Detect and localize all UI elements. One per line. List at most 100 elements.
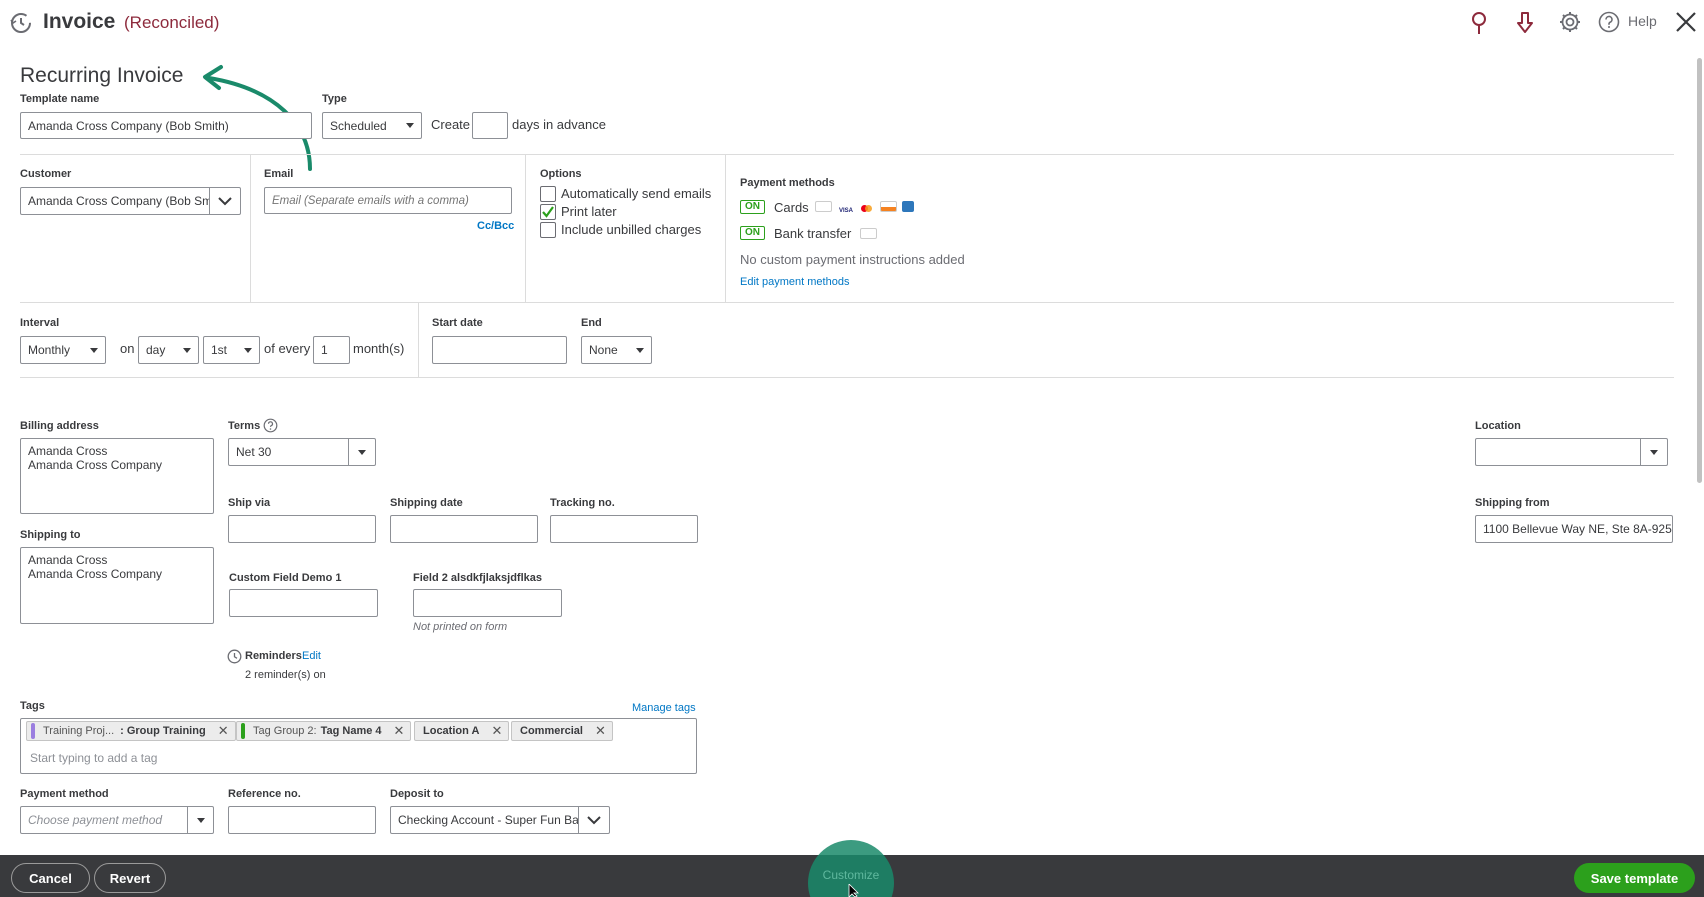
cc-bcc-link[interactable]: Cc/Bcc bbox=[477, 220, 514, 232]
day-select[interactable]: day bbox=[138, 336, 199, 364]
custom-field-1-input[interactable] bbox=[229, 589, 378, 617]
tag-chip[interactable]: Training Proj...: Group Training ✕ bbox=[26, 721, 236, 741]
scrollbar[interactable] bbox=[1697, 58, 1702, 483]
tags-input-placeholder[interactable]: Start typing to add a tag bbox=[30, 751, 157, 765]
payment-method-select[interactable]: Choose payment method bbox=[20, 806, 214, 834]
customize-button[interactable]: Customize bbox=[808, 868, 894, 882]
remove-tag-icon[interactable]: ✕ bbox=[595, 723, 606, 739]
interval-select[interactable]: Monthly bbox=[20, 336, 106, 364]
auto-send-label: Automatically send emails bbox=[561, 186, 712, 201]
reference-no-input[interactable] bbox=[228, 806, 376, 834]
divider bbox=[20, 302, 1674, 303]
type-value: Scheduled bbox=[330, 118, 387, 133]
help-label[interactable]: Help bbox=[1628, 13, 1657, 29]
create-days-input[interactable] bbox=[472, 112, 508, 139]
reference-no-label: Reference no. bbox=[228, 788, 301, 800]
customer-value: Amanda Cross Company (Bob Sm bbox=[28, 194, 209, 208]
tag-group: Tag Group 2: bbox=[253, 725, 317, 737]
terms-select[interactable]: Net 30 bbox=[228, 438, 376, 466]
reminders-edit-link[interactable]: Edit bbox=[302, 650, 321, 662]
tag-chip[interactable]: Commercial ✕ bbox=[511, 721, 613, 741]
caret-down-icon bbox=[636, 347, 644, 353]
caret-down-icon bbox=[348, 439, 375, 465]
create-label: Create bbox=[431, 117, 471, 132]
remove-tag-icon[interactable]: ✕ bbox=[394, 723, 405, 739]
custom-field-2-input[interactable] bbox=[413, 589, 562, 617]
cards-label: Cards bbox=[774, 200, 809, 215]
tag-chip[interactable]: Tag Group 2: Tag Name 4 ✕ bbox=[236, 721, 412, 741]
caret-down-icon bbox=[90, 347, 98, 353]
tag-color-bar bbox=[31, 723, 35, 739]
tag-name: Commercial bbox=[520, 725, 583, 737]
unbilled-checkbox[interactable] bbox=[540, 222, 556, 238]
tag-color-bar bbox=[241, 723, 245, 739]
billing-address-label: Billing address bbox=[20, 420, 99, 432]
form-heading: Recurring Invoice bbox=[20, 64, 184, 87]
ordinal-value: 1st bbox=[211, 343, 228, 357]
discover-icon bbox=[880, 201, 897, 212]
history-icon[interactable] bbox=[9, 11, 33, 35]
location-select[interactable] bbox=[1475, 438, 1668, 466]
ship-via-input[interactable] bbox=[228, 515, 376, 543]
days-in-advance-label: days in advance bbox=[512, 117, 606, 132]
on-label: on bbox=[120, 341, 135, 356]
caret-down-icon bbox=[1640, 439, 1667, 465]
customer-select[interactable]: Amanda Cross Company (Bob Sm bbox=[20, 187, 241, 215]
shipping-to-label: Shipping to bbox=[20, 529, 81, 541]
every-input[interactable]: 1 bbox=[313, 336, 350, 364]
download-icon[interactable] bbox=[1514, 11, 1536, 35]
auto-send-checkbox[interactable] bbox=[540, 186, 556, 202]
tracking-no-input[interactable] bbox=[550, 515, 698, 543]
cancel-button[interactable]: Cancel bbox=[11, 863, 90, 893]
bank-transfer-label: Bank transfer bbox=[774, 226, 852, 241]
revert-button[interactable]: Revert bbox=[94, 863, 166, 893]
tag-chip[interactable]: Location A ✕ bbox=[414, 721, 510, 741]
tracking-no-label: Tracking no. bbox=[550, 497, 615, 509]
billing-address-field[interactable]: Amanda Cross Amanda Cross Company bbox=[20, 438, 214, 514]
caret-down-icon bbox=[244, 347, 252, 353]
caret-down-icon bbox=[406, 123, 414, 128]
shipping-to-field[interactable]: Amanda Cross Amanda Cross Company bbox=[20, 547, 214, 624]
caret-down-icon bbox=[187, 807, 213, 833]
remove-tag-icon[interactable]: ✕ bbox=[218, 723, 229, 739]
day-value: day bbox=[146, 343, 166, 357]
bank-icon bbox=[860, 228, 877, 239]
remove-tag-icon[interactable]: ✕ bbox=[491, 723, 502, 739]
bank-transfer-toggle[interactable]: ON bbox=[740, 226, 765, 240]
ordinal-select[interactable]: 1st bbox=[203, 336, 260, 364]
svg-text:VISA: VISA bbox=[839, 208, 853, 213]
template-name-input[interactable]: Amanda Cross Company (Bob Smith) bbox=[20, 112, 312, 139]
options-label: Options bbox=[540, 168, 582, 180]
not-printed-note: Not printed on form bbox=[413, 621, 508, 633]
edit-payment-methods-link[interactable]: Edit payment methods bbox=[740, 276, 849, 288]
type-select[interactable]: Scheduled bbox=[322, 112, 422, 139]
email-input[interactable] bbox=[264, 187, 512, 214]
cards-toggle[interactable]: ON bbox=[740, 200, 765, 214]
chevron-down-icon[interactable] bbox=[578, 807, 609, 833]
visa-icon: VISA bbox=[837, 201, 854, 214]
print-later-checkbox[interactable] bbox=[540, 204, 556, 220]
close-icon[interactable] bbox=[1675, 11, 1697, 33]
deposit-to-select[interactable]: Checking Account - Super Fun Ba bbox=[390, 806, 610, 834]
gear-icon[interactable] bbox=[1558, 10, 1582, 34]
ship-via-label: Ship via bbox=[228, 497, 271, 509]
divider bbox=[725, 155, 726, 302]
save-template-button[interactable]: Save template bbox=[1574, 863, 1695, 893]
apple-pay-icon bbox=[815, 201, 832, 212]
shipping-date-input[interactable] bbox=[390, 515, 538, 543]
chevron-down-icon[interactable] bbox=[208, 188, 240, 214]
shipping-from-input[interactable]: 1100 Bellevue Way NE, Ste 8A-925 bbox=[1475, 515, 1673, 543]
manage-tags-link[interactable]: Manage tags bbox=[632, 702, 696, 714]
reminders-status: 2 reminder(s) on bbox=[245, 669, 326, 681]
pin-icon[interactable] bbox=[1468, 11, 1490, 35]
info-icon[interactable] bbox=[263, 418, 278, 433]
type-label: Type bbox=[322, 93, 347, 105]
end-select[interactable]: None bbox=[581, 336, 652, 364]
tags-label: Tags bbox=[20, 700, 45, 712]
help-icon[interactable] bbox=[1598, 11, 1620, 33]
end-label: End bbox=[581, 317, 602, 329]
terms-label: Terms bbox=[228, 420, 261, 432]
template-name-label: Template name bbox=[20, 93, 100, 105]
deposit-to-value: Checking Account - Super Fun Ba bbox=[398, 813, 578, 827]
start-date-input[interactable] bbox=[432, 336, 567, 364]
